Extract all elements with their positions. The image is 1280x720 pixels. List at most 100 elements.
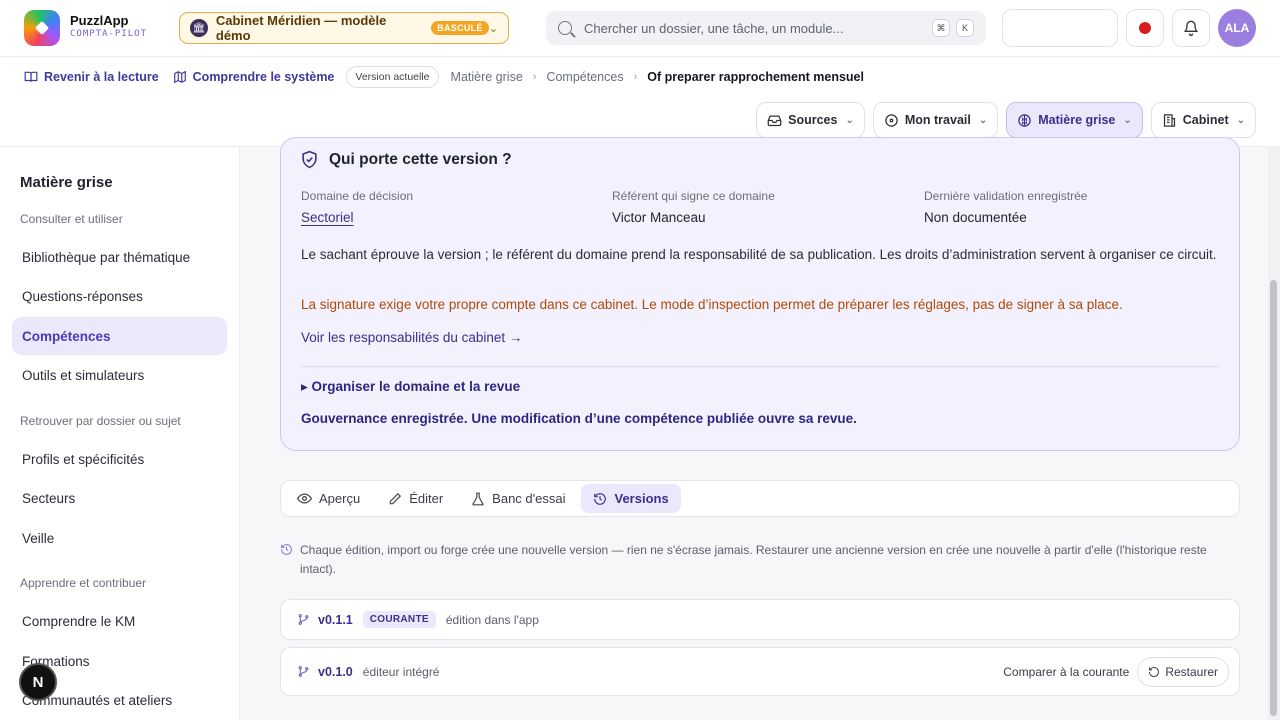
breadcrumb-item[interactable]: Compétences xyxy=(546,70,623,84)
version-number: v0.1.0 xyxy=(318,664,353,679)
record-button[interactable] xyxy=(1126,9,1164,47)
tab-versions-label: Versions xyxy=(614,491,669,506)
domain-label: Domaine de décision xyxy=(301,189,414,203)
domain-link[interactable]: Sectoriel xyxy=(301,210,354,225)
brand: PuzzlApp COMPTA-PILOT xyxy=(70,14,147,40)
user-avatar[interactable]: ALA xyxy=(1218,9,1256,47)
git-branch-icon xyxy=(298,666,309,677)
tab-edit-label: Éditer xyxy=(409,491,444,506)
brand-subtitle: COMPTA-PILOT xyxy=(70,29,148,39)
restore-label: Restaurer xyxy=(1165,664,1218,679)
sidebar-item-library[interactable]: Bibliothèque par thématique xyxy=(12,238,227,276)
shield-check-icon xyxy=(302,150,317,169)
git-branch-icon xyxy=(298,614,309,625)
version-description: éditeur intégré xyxy=(362,664,440,679)
sidebar: Matière grise Consulter et utiliser Bibl… xyxy=(0,147,240,720)
sidebar-section-label: Retrouver par dossier ou sujet xyxy=(20,414,181,428)
bank-icon: 🏛 xyxy=(190,19,208,37)
target-icon xyxy=(885,113,898,127)
sidebar-item-watch[interactable]: Veille xyxy=(12,519,227,557)
dev-tools-badge[interactable]: N xyxy=(19,663,57,701)
flask-icon xyxy=(472,492,484,505)
divider xyxy=(301,366,1219,367)
tab-overview[interactable]: Aperçu xyxy=(285,484,372,513)
breadcrumb: Revenir à la lecture Comprendre le systè… xyxy=(24,66,864,88)
signature-warning: La signature exige votre propre compte d… xyxy=(301,297,1123,312)
breadcrumb-current: Of preparer rapprochement mensuel xyxy=(647,70,864,84)
tab-edit[interactable]: Éditer xyxy=(376,484,455,513)
breadcrumb-bar: Revenir à la lecture Comprendre le systè… xyxy=(0,57,1280,147)
app-logo[interactable] xyxy=(24,10,60,46)
search-icon xyxy=(558,21,572,35)
understand-system-label: Comprendre le système xyxy=(192,70,335,84)
eye-icon xyxy=(297,493,312,504)
validation-value: Non documentée xyxy=(924,210,1027,225)
book-open-icon xyxy=(24,71,38,82)
validation-label: Dernière validation enregistrée xyxy=(924,189,1088,203)
referent-value: Victor Manceau xyxy=(612,210,706,225)
nav-sources-label: Sources xyxy=(788,113,838,127)
chevron-down-icon: ⌄ xyxy=(1123,114,1132,126)
domain-value[interactable]: Sectoriel xyxy=(301,210,354,225)
nav-cabinet-button[interactable]: Cabinet ⌄ xyxy=(1150,102,1256,138)
sidebar-item-understand-km[interactable]: Comprendre le KM xyxy=(12,602,227,640)
tab-overview-label: Aperçu xyxy=(319,491,361,506)
chevron-down-icon: ⌄ xyxy=(488,22,498,35)
sidebar-item-profiles[interactable]: Profils et spécificités xyxy=(12,440,227,478)
understand-system-link[interactable]: Comprendre le système xyxy=(173,70,335,84)
back-to-reading-link[interactable]: Revenir à la lecture xyxy=(24,70,159,84)
inbox-icon xyxy=(767,115,782,126)
chevron-right-icon: › xyxy=(633,71,638,83)
map-icon xyxy=(173,70,186,84)
sidebar-item-qa[interactable]: Questions-réponses xyxy=(12,277,227,315)
sidebar-item-sectors[interactable]: Secteurs xyxy=(12,479,227,517)
sidebar-title: Matière grise xyxy=(20,174,113,191)
chevron-down-icon: ⌄ xyxy=(845,114,854,126)
section-nav: Sources ⌄ Mon travail ⌄ Matière grise ⌄ … xyxy=(756,102,1256,138)
restore-button[interactable]: Restaurer xyxy=(1137,656,1229,687)
referent-label: Référent qui signe ce domaine xyxy=(612,189,775,203)
versions-info: Chaque édition, import ou forge crée une… xyxy=(280,541,1230,579)
versions-info-text: Chaque édition, import ou forge crée une… xyxy=(300,543,1207,576)
pencil-icon xyxy=(389,492,402,504)
chevron-right-icon: › xyxy=(532,71,537,83)
nav-my-work-button[interactable]: Mon travail ⌄ xyxy=(872,102,999,138)
tab-versions[interactable]: Versions xyxy=(581,484,681,513)
organize-domain-toggle[interactable]: ▸ Organiser le domaine et la revue xyxy=(301,379,520,395)
version-chip: Version actuelle xyxy=(346,66,439,88)
header-action-button[interactable] xyxy=(1002,9,1118,47)
cabinet-switcher[interactable]: 🏛 Cabinet Méridien — modèle démo BASCULÉ… xyxy=(179,12,509,44)
record-dot-icon xyxy=(1139,22,1151,34)
chevron-down-icon: ⌄ xyxy=(978,114,988,126)
nav-grey-matter-label: Matière grise xyxy=(1038,113,1116,127)
bell-icon xyxy=(1184,20,1198,36)
history-icon xyxy=(281,544,292,555)
chevron-down-icon: ⌄ xyxy=(1236,114,1245,126)
governance-card xyxy=(280,137,1240,451)
version-description: édition dans l'app xyxy=(445,612,539,627)
cabinet-label: Cabinet Méridien — modèle démo xyxy=(215,13,387,43)
compare-to-current-link[interactable]: Comparer à la courante xyxy=(1003,665,1129,679)
rotate-ccw-icon xyxy=(1149,666,1160,677)
global-search[interactable]: ⌘ K xyxy=(546,11,986,45)
version-row[interactable]: v0.1.0 éditeur intégré Comparer à la cou… xyxy=(280,647,1240,696)
nav-my-work-label: Mon travail xyxy=(904,113,971,127)
nav-sources-button[interactable]: Sources ⌄ xyxy=(756,102,865,138)
breadcrumb-item[interactable]: Matière grise xyxy=(451,70,523,84)
tab-test-bench[interactable]: Banc d'essai xyxy=(459,484,577,513)
notifications-button[interactable] xyxy=(1172,9,1210,47)
governance-title: Qui porte cette version ? xyxy=(300,150,512,169)
tab-test-bench-label: Banc d'essai xyxy=(492,491,566,506)
responsibilities-link[interactable]: Voir les responsabilités du cabinet → xyxy=(301,330,522,345)
kbd-key: K xyxy=(956,19,974,37)
scrollbar-thumb[interactable] xyxy=(1270,280,1277,716)
sidebar-item-tools[interactable]: Outils et simulateurs xyxy=(12,356,227,394)
nav-grey-matter-button[interactable]: Matière grise ⌄ xyxy=(1006,102,1143,138)
back-to-reading-label: Revenir à la lecture xyxy=(44,70,159,84)
sidebar-item-skills[interactable]: Compétences xyxy=(12,317,227,355)
search-input[interactable] xyxy=(584,20,926,36)
sidebar-section-label: Consulter et utiliser xyxy=(20,212,123,226)
skill-tabs: Aperçu Éditer Banc d'essai Versions xyxy=(280,480,1240,517)
version-row[interactable]: v0.1.1 COURANTE édition dans l'app xyxy=(280,599,1240,640)
nav-cabinet-label: Cabinet xyxy=(1182,113,1229,127)
